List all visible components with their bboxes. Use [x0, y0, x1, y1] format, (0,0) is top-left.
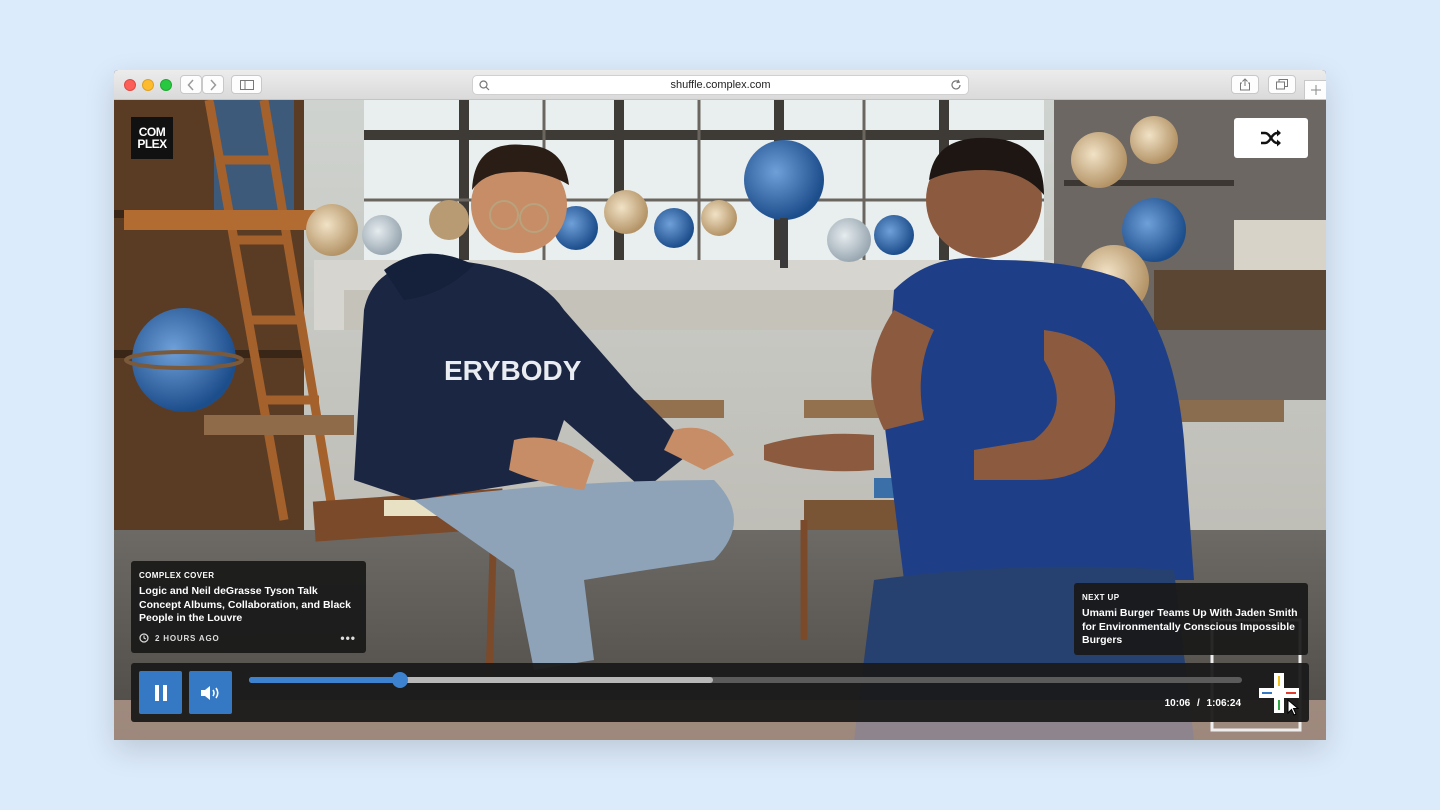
posted-time: 2 HOURS AGO — [155, 633, 220, 643]
category-label: COMPLEX COVER — [139, 571, 215, 580]
new-tab-icon — [1310, 85, 1321, 95]
progress-bar — [249, 677, 400, 683]
volume-icon — [200, 685, 219, 700]
add-button[interactable] — [1257, 671, 1301, 716]
zoom-window-button[interactable] — [160, 79, 172, 91]
minimize-window-button[interactable] — [142, 79, 154, 91]
now-playing-card[interactable]: COMPLEX COVER Logic and Neil deGrasse Ty… — [131, 561, 366, 653]
more-options-button[interactable]: ••• — [340, 631, 356, 645]
next-up-label: NEXT UP — [1082, 593, 1120, 602]
video-title: Logic and Neil deGrasse Tyson Talk Conce… — [139, 585, 351, 624]
new-tab-button[interactable] — [1304, 80, 1326, 100]
back-button[interactable] — [180, 75, 202, 94]
sidebar-button[interactable] — [231, 75, 262, 94]
shuffle-icon — [1261, 129, 1281, 147]
cursor-icon — [1287, 699, 1300, 716]
browser-window: shuffle.complex.com ERYBODY COM PLEX COM… — [114, 70, 1326, 740]
seek-bar[interactable] — [249, 672, 1242, 688]
duration: 1:06:24 — [1206, 698, 1241, 709]
clock-icon — [139, 633, 149, 643]
time-separator: / — [1196, 698, 1200, 709]
seek-handle[interactable] — [391, 672, 408, 688]
hoodie-text: ERYBODY — [444, 355, 582, 386]
browser-toolbar: shuffle.complex.com — [114, 70, 1326, 100]
address-bar[interactable]: shuffle.complex.com — [472, 75, 969, 95]
close-window-button[interactable] — [124, 79, 136, 91]
logo-text-line2: PLEX — [137, 137, 167, 151]
shuffle-button[interactable] — [1234, 118, 1308, 158]
current-time: 10:06 — [1164, 698, 1191, 709]
url-text: shuffle.complex.com — [670, 79, 771, 91]
next-up-card[interactable]: NEXT UP Umami Burger Teams Up With Jaden… — [1074, 583, 1308, 655]
next-up-title: Umami Burger Teams Up With Jaden Smith f… — [1082, 607, 1298, 646]
posted-meta: 2 HOURS AGO — [139, 633, 220, 643]
share-icon — [1240, 78, 1250, 91]
complex-logo[interactable]: COM PLEX — [131, 117, 173, 159]
share-button[interactable] — [1231, 75, 1259, 94]
tabs-icon — [1276, 79, 1288, 90]
player-controls: 10:06 / 1:06:24 — [131, 663, 1309, 722]
sidebar-icon — [239, 79, 254, 90]
back-icon — [187, 78, 194, 91]
pause-button[interactable] — [139, 671, 182, 714]
reload-icon — [951, 79, 961, 90]
time-display: 10:06 / 1:06:24 — [1165, 698, 1241, 709]
pause-icon — [154, 684, 167, 701]
video-player[interactable]: ERYBODY COM PLEX COMPLEX COVER Logic and… — [114, 100, 1326, 740]
volume-button[interactable] — [189, 671, 232, 714]
forward-icon — [210, 78, 217, 91]
forward-button[interactable] — [202, 75, 224, 94]
tabs-overview-button[interactable] — [1268, 75, 1296, 94]
